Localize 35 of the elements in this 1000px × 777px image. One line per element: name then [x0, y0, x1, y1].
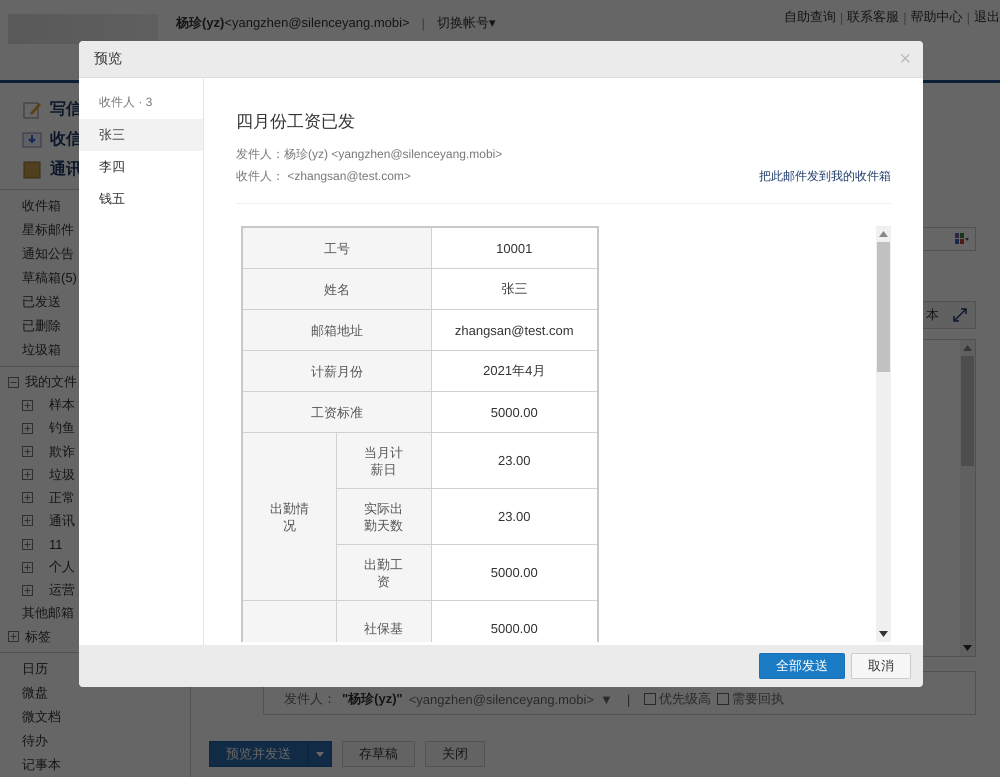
table-label-cell: 出勤情况 — [242, 432, 336, 600]
table-label-cell: 工资标准 — [242, 392, 431, 432]
sender-name: "杨珍(yz)" — [342, 690, 403, 708]
checkbox-label: 需要回执 — [732, 690, 784, 708]
separator: | — [626, 692, 630, 706]
sender-email: <yangzhen@silenceyang.mobi> — [408, 692, 594, 706]
table-label-cell: 当月计薪日 — [336, 432, 431, 488]
mail-sender: 发件人：杨珍(yz) <yangzhen@silenceyang.mobi> — [236, 146, 502, 163]
table-label-cell: 计薪月份 — [242, 350, 431, 392]
dialog-title: 预览 — [94, 50, 122, 68]
table-cell: 23.00 — [431, 488, 598, 544]
table-cell: zhangsan@test.com — [431, 310, 598, 350]
mail-recipient: 收件人： <zhangsan@test.com> — [236, 168, 411, 185]
table-cell: 张三 — [431, 268, 598, 310]
table-cell: 2021年4月 — [431, 350, 598, 392]
sender-label: 发件人： — [284, 690, 336, 708]
table-cell: 10001 — [431, 227, 598, 268]
table-cell: 23.00 — [431, 432, 598, 488]
user-account: 杨珍(yz)<yangzhen@silenceyang.mobi> — [176, 14, 410, 32]
table-label-cell: 出勤工资 — [336, 544, 431, 600]
table-label-cell: 社保基 — [336, 600, 431, 642]
separator: | — [840, 10, 844, 24]
recipients-count: 收件人 · 3 — [98, 94, 154, 111]
separator: | — [422, 16, 425, 30]
separator: | — [903, 10, 907, 24]
mail-subject: 四月份工资已发 — [236, 111, 356, 133]
table-label-cell: 邮箱地址 — [242, 310, 431, 350]
table-label-cell: 工号 — [242, 227, 431, 268]
table-label-cell: 实际出勤天数 — [336, 488, 431, 544]
table-cell: 5000.00 — [431, 600, 598, 642]
table-cell: 5000.00 — [431, 544, 598, 600]
checkbox-label: 优先级高 — [659, 690, 712, 708]
table-cell: 5000.00 — [431, 392, 598, 432]
table-label-cell: 姓名 — [242, 268, 431, 310]
separator: | — [966, 10, 970, 24]
